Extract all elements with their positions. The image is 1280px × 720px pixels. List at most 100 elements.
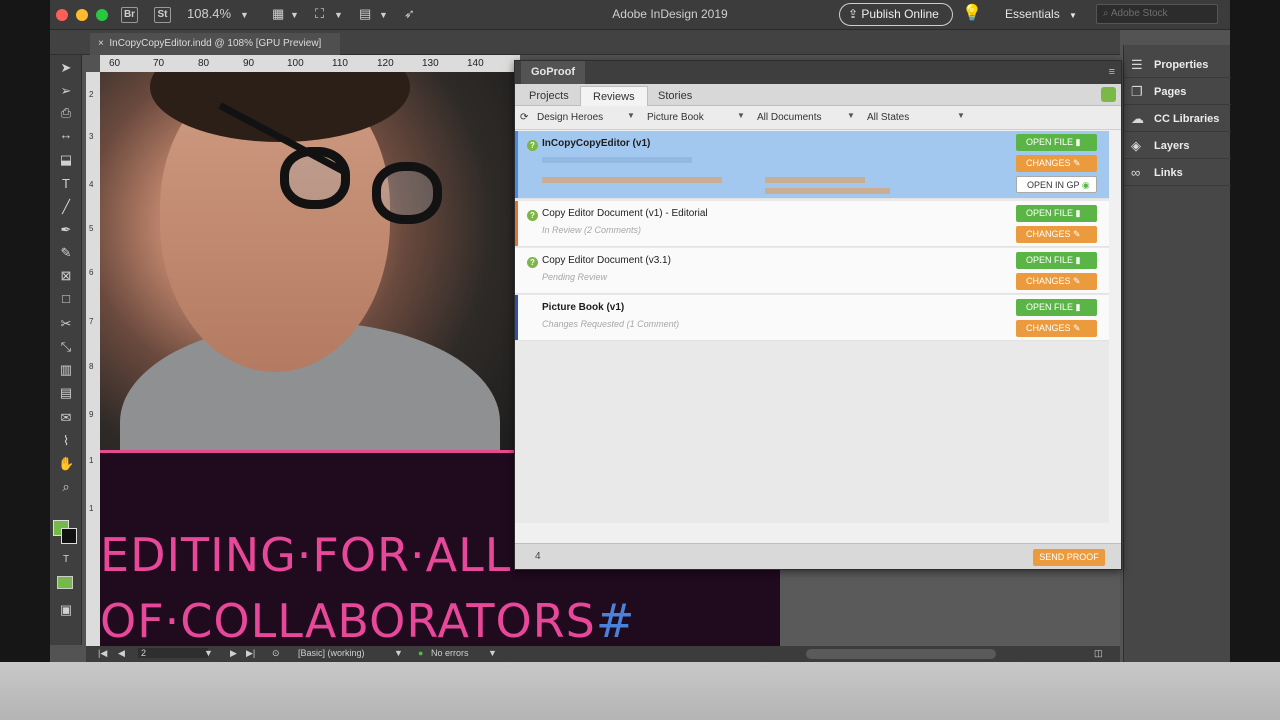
- preflight-icon[interactable]: ⊙: [272, 648, 280, 659]
- prev-page-icon[interactable]: ◀: [118, 648, 125, 659]
- chevron-down-icon[interactable]: ▼: [627, 111, 635, 120]
- changes-button[interactable]: CHANGES ✎: [1016, 226, 1097, 243]
- file-icon: ▮: [1075, 208, 1081, 218]
- view-options-icon[interactable]: ▦: [272, 6, 284, 22]
- tab-stories[interactable]: Stories: [646, 86, 704, 106]
- zoom-level[interactable]: 108.4%: [187, 6, 231, 21]
- goproof-title[interactable]: GoProof: [521, 61, 585, 84]
- formatting-affects-text-icon[interactable]: T: [58, 552, 74, 568]
- publish-online-button[interactable]: ⇪ Publish Online: [839, 3, 953, 26]
- panel-item-cc-libraries[interactable]: ☁ CC Libraries: [1124, 106, 1231, 132]
- ruler-tick: 70: [153, 58, 165, 69]
- open-file-button[interactable]: OPEN FILE ▮: [1016, 205, 1097, 222]
- last-page-icon[interactable]: ▶|: [246, 648, 255, 659]
- gap-tool-icon[interactable]: ↔: [58, 127, 74, 143]
- hand-tool-icon[interactable]: ✋: [58, 456, 74, 472]
- filter-documents[interactable]: All Documents: [757, 112, 821, 123]
- filter-states[interactable]: All States: [867, 112, 909, 123]
- chevron-down-icon[interactable]: ▼: [847, 111, 855, 120]
- arrange-dropdown-icon[interactable]: ▼: [379, 10, 388, 20]
- direct-selection-tool-icon[interactable]: ➢: [58, 83, 74, 99]
- open-in-gp-button[interactable]: OPEN IN GP ◉: [1016, 176, 1097, 193]
- ruler-tick: 60: [109, 58, 121, 69]
- rectangle-frame-tool-icon[interactable]: ⊠: [58, 268, 74, 284]
- content-collector-icon[interactable]: ⬓: [58, 152, 74, 168]
- photo-frame[interactable]: [100, 72, 514, 450]
- panel-item-properties[interactable]: ☰ Properties: [1124, 52, 1231, 78]
- panel-menu-icon[interactable]: ≡: [1109, 61, 1115, 84]
- gradient-swatch-tool-icon[interactable]: ▥: [58, 362, 74, 378]
- next-page-icon[interactable]: ▶: [230, 648, 237, 659]
- selection-tool-icon[interactable]: ➤: [58, 60, 74, 76]
- page-tool-icon[interactable]: ⎙: [58, 105, 74, 121]
- maximize-window-icon[interactable]: [96, 9, 108, 21]
- scissors-tool-icon[interactable]: ✂: [58, 316, 74, 332]
- zoom-dropdown-icon[interactable]: ▼: [240, 10, 249, 20]
- close-window-icon[interactable]: [56, 9, 68, 21]
- page-dropdown-icon[interactable]: ▼: [204, 648, 213, 658]
- stroke-swatch[interactable]: [61, 528, 77, 544]
- errors-dropdown-icon[interactable]: ▼: [488, 648, 497, 658]
- changes-button[interactable]: CHANGES ✎: [1016, 273, 1097, 290]
- screen-mode-tool-icon[interactable]: ▣: [58, 602, 74, 618]
- pen-tool-icon[interactable]: ✒: [58, 222, 74, 238]
- close-tab-icon[interactable]: ×: [98, 38, 104, 49]
- review-row[interactable]: Picture Book (v1) Changes Requested (1 C…: [515, 295, 1109, 341]
- screen-mode-dropdown-icon[interactable]: ▼: [334, 10, 343, 20]
- style-dropdown-icon[interactable]: ▼: [394, 648, 403, 658]
- chevron-down-icon[interactable]: ▼: [957, 111, 965, 120]
- minimize-window-icon[interactable]: [76, 9, 88, 21]
- apply-color-swatch[interactable]: [57, 576, 73, 589]
- view-options-dropdown-icon[interactable]: ▼: [290, 10, 299, 20]
- page-number-field[interactable]: 2: [138, 648, 208, 658]
- rectangle-tool-icon[interactable]: □: [58, 291, 74, 307]
- panel-item-links[interactable]: ∞ Links: [1124, 160, 1231, 186]
- tab-reviews[interactable]: Reviews: [580, 86, 648, 106]
- horizontal-scrollbar[interactable]: [806, 649, 996, 659]
- refresh-icon[interactable]: ⟳: [520, 112, 528, 123]
- filter-project[interactable]: Design Heroes: [537, 112, 603, 123]
- changes-button[interactable]: CHANGES ✎: [1016, 155, 1097, 172]
- eyedropper-tool-icon[interactable]: ⌇: [58, 433, 74, 449]
- bridge-button[interactable]: Br: [121, 7, 138, 23]
- filter-book[interactable]: Picture Book: [647, 112, 704, 123]
- open-file-button[interactable]: OPEN FILE ▮: [1016, 134, 1097, 151]
- errors-status[interactable]: No errors: [431, 648, 469, 658]
- lightbulb-icon[interactable]: 💡: [962, 3, 982, 23]
- tab-projects[interactable]: Projects: [517, 86, 581, 106]
- headline-line-1[interactable]: EDITING·FOR·ALL: [100, 528, 511, 582]
- open-file-button[interactable]: OPEN FILE ▮: [1016, 299, 1097, 316]
- free-transform-tool-icon[interactable]: ⤡: [58, 339, 74, 355]
- first-page-icon[interactable]: |◀: [98, 648, 107, 659]
- publish-icon[interactable]: ➶: [404, 6, 415, 22]
- gradient-feather-tool-icon[interactable]: ▤: [58, 385, 74, 401]
- review-title: InCopyCopyEditor (v1): [542, 138, 651, 149]
- send-proof-button[interactable]: SEND PROOF: [1033, 549, 1105, 566]
- review-row[interactable]: ? InCopyCopyEditor (v1) OPEN FILE ▮ CHAN…: [515, 131, 1109, 199]
- panel-item-label: Properties: [1154, 59, 1209, 71]
- pencil-tool-icon[interactable]: ✎: [58, 245, 74, 261]
- panel-item-pages[interactable]: ❐ Pages: [1124, 79, 1231, 105]
- note-tool-icon[interactable]: ✉: [58, 410, 74, 426]
- style-status[interactable]: [Basic] (working): [298, 648, 365, 658]
- review-row[interactable]: ? Copy Editor Document (v3.1) Pending Re…: [515, 248, 1109, 294]
- zoom-tool-icon[interactable]: ⌕: [58, 479, 74, 495]
- chevron-down-icon[interactable]: ▼: [737, 111, 745, 120]
- review-row[interactable]: ? Copy Editor Document (v1) - Editorial …: [515, 201, 1109, 247]
- right-panel: ☰ Properties ❐ Pages ☁ CC Libraries ◈ La…: [1123, 45, 1231, 662]
- changes-button[interactable]: CHANGES ✎: [1016, 320, 1097, 337]
- changes-label: CHANGES: [1026, 276, 1071, 286]
- stock-button[interactable]: St: [154, 7, 171, 23]
- document-tab[interactable]: × InCopyCopyEditor.indd @ 108% [GPU Prev…: [90, 33, 340, 55]
- screen-mode-icon[interactable]: ⛶: [315, 6, 324, 22]
- type-tool-icon[interactable]: T: [58, 176, 74, 192]
- panel-item-layers[interactable]: ◈ Layers: [1124, 133, 1231, 159]
- open-file-button[interactable]: OPEN FILE ▮: [1016, 252, 1097, 269]
- goproof-logo-icon[interactable]: [1101, 87, 1116, 102]
- arrange-documents-icon[interactable]: ▤: [359, 6, 371, 22]
- stock-search-input[interactable]: ⌕ Adobe Stock: [1096, 4, 1218, 24]
- workspace-switcher[interactable]: Essentials ▼: [1005, 7, 1077, 21]
- split-window-icon[interactable]: ◫: [1094, 648, 1103, 659]
- headline-line-2[interactable]: OF·COLLABORATORS#: [100, 594, 635, 648]
- line-tool-icon[interactable]: ╱: [58, 199, 74, 215]
